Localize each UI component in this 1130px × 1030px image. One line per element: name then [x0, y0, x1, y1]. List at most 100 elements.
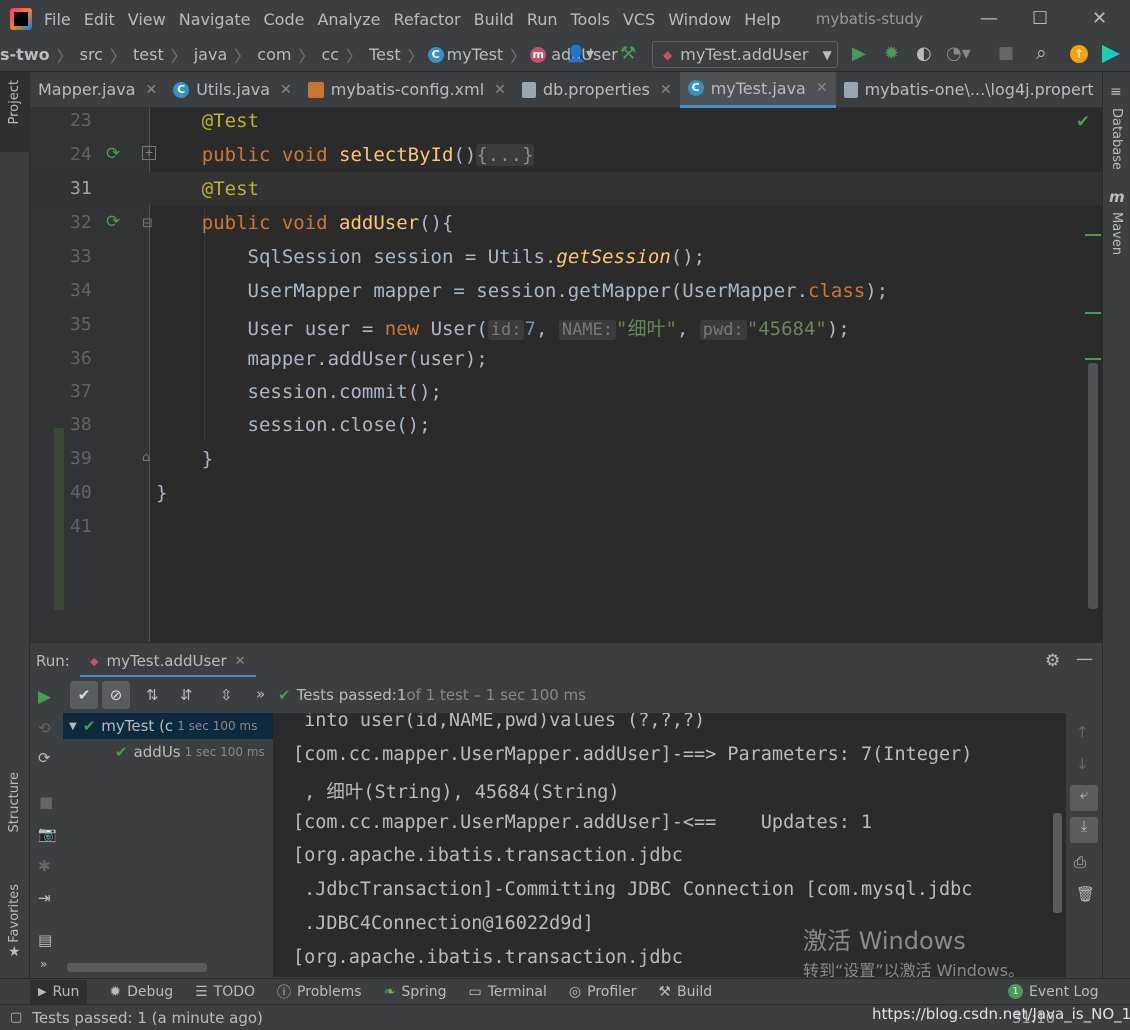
- camera-icon[interactable]: 📷: [38, 825, 57, 843]
- favorites-tool-button[interactable]: Favorites: [7, 884, 22, 943]
- status-message[interactable]: Tests passed: 1 (a minute ago): [32, 1009, 263, 1027]
- terminal-tool-button[interactable]: ▭ Terminal: [469, 984, 547, 1000]
- tree-row-class[interactable]: ▼ ✔ myTest (c 1 sec 100 ms: [69, 717, 257, 735]
- spring-tool-button[interactable]: ❧ Spring: [384, 984, 447, 1000]
- close-tab-icon[interactable]: ✕: [816, 80, 828, 96]
- console-output[interactable]: into user(id,NAME,pwd)values (?,?,?) [co…: [273, 713, 1066, 977]
- export-icon[interactable]: ⇥: [38, 889, 51, 907]
- breadcrumb-test[interactable]: test: [133, 45, 164, 64]
- close-tab-icon[interactable]: ✕: [280, 82, 292, 98]
- more-icon[interactable]: »: [40, 957, 47, 971]
- layout-icon[interactable]: ▤: [38, 931, 52, 949]
- scroll-down-icon[interactable]: ↓: [1076, 755, 1089, 773]
- settings-gear-icon[interactable]: ⚙: [1045, 651, 1060, 671]
- editor-scrollbar[interactable]: [1088, 363, 1098, 609]
- show-passed-toggle[interactable]: ✔: [70, 681, 98, 709]
- run-tool-button[interactable]: ▶ Run: [30, 979, 88, 1004]
- search-icon[interactable]: ⌕: [1036, 42, 1047, 64]
- close-tab-icon[interactable]: ✕: [660, 82, 672, 98]
- clear-trash-icon[interactable]: 🗑: [1076, 885, 1095, 903]
- close-tab-icon[interactable]: ✕: [145, 82, 157, 98]
- problems-tool-button[interactable]: ⓘ Problems: [277, 982, 362, 1002]
- tab-utils-java[interactable]: C Utils.java ✕: [165, 72, 300, 108]
- menu-window[interactable]: Window: [668, 10, 731, 29]
- run-tab-mytest-adduser[interactable]: ◆ myTest.addUser ✕: [80, 647, 256, 677]
- hide-panel-icon[interactable]: —: [1076, 649, 1093, 669]
- show-ignored-toggle[interactable]: ⊘: [102, 681, 130, 709]
- more-actions-icon[interactable]: »: [256, 685, 265, 703]
- folded-code-block[interactable]: {...}: [476, 144, 534, 166]
- menu-code[interactable]: Code: [264, 10, 305, 29]
- fold-end-icon[interactable]: ⌂: [142, 450, 150, 465]
- project-tool-button[interactable]: Project: [0, 72, 30, 152]
- menu-analyze[interactable]: Analyze: [317, 10, 380, 29]
- user-icon[interactable]: 👤▾: [566, 44, 594, 63]
- profile-icon[interactable]: ◔▾: [946, 43, 971, 64]
- tree-scrollbar[interactable]: [67, 963, 207, 972]
- expand-fold-icon[interactable]: +: [142, 146, 156, 160]
- close-tab-icon[interactable]: ✕: [235, 654, 246, 669]
- todo-tool-button[interactable]: ☰ TODO: [195, 984, 255, 1000]
- breadcrumb-module[interactable]: s-two: [0, 45, 50, 64]
- rerun-failed-icon[interactable]: ⟲: [38, 719, 51, 737]
- maven-tool-button[interactable]: Maven: [1109, 212, 1124, 255]
- tree-row-method[interactable]: ✔ addUs 1 sec 100 ms: [115, 743, 265, 761]
- close-tab-icon[interactable]: ✕: [494, 82, 506, 98]
- breadcrumb-cc[interactable]: cc: [321, 45, 339, 64]
- pin-icon[interactable]: ✱: [38, 857, 51, 875]
- minimize-icon[interactable]: —: [980, 8, 998, 29]
- stop-icon[interactable]: ■: [39, 793, 53, 811]
- build-hammer-icon[interactable]: ⚒: [620, 43, 636, 64]
- scroll-to-end-icon[interactable]: ⤓: [1070, 817, 1098, 843]
- menu-edit[interactable]: Edit: [84, 10, 115, 29]
- tab-db-properties[interactable]: db.properties ✕: [514, 72, 680, 108]
- breadcrumb-java[interactable]: java: [194, 45, 228, 64]
- menu-file[interactable]: File: [44, 10, 71, 29]
- database-tool-button[interactable]: Database: [1109, 108, 1124, 170]
- tab-log4j-properties[interactable]: mybatis-one\...\log4j.propert: [836, 72, 1102, 108]
- close-window-icon[interactable]: ✕: [1092, 8, 1107, 29]
- debug-tool-button[interactable]: ✹ Debug: [109, 984, 173, 1000]
- tab-mybatis-config[interactable]: mybatis-config.xml ✕: [300, 72, 514, 108]
- rerun-icon[interactable]: ▶: [38, 687, 51, 707]
- toggle-tool-windows-icon[interactable]: ▢: [10, 1010, 22, 1025]
- menu-help[interactable]: Help: [744, 10, 780, 29]
- breadcrumb-com[interactable]: com: [257, 45, 291, 64]
- scroll-up-icon[interactable]: ↑: [1076, 723, 1089, 741]
- menu-tools[interactable]: Tools: [571, 10, 610, 29]
- maximize-icon[interactable]: ☐: [1032, 8, 1048, 29]
- console-scrollbar[interactable]: [1053, 813, 1062, 913]
- expand-all-icon[interactable]: ⇳: [220, 686, 233, 704]
- run-test-gutter-icon[interactable]: ⟳: [106, 212, 120, 232]
- menu-navigate[interactable]: Navigate: [179, 10, 251, 29]
- soft-wrap-icon[interactable]: ⤶: [1070, 785, 1098, 811]
- sort-alpha-icon[interactable]: ⇅: [146, 686, 159, 704]
- debug-icon[interactable]: ✹: [884, 43, 899, 64]
- collapse-fold-icon[interactable]: ⊟: [142, 216, 153, 231]
- update-icon[interactable]: ↑: [1070, 45, 1088, 63]
- event-log-tool-button[interactable]: 1 Event Log: [1008, 984, 1099, 1000]
- toggle-autotest-icon[interactable]: ⟳: [38, 749, 51, 767]
- print-icon[interactable]: ⎙: [1074, 853, 1086, 871]
- build-tool-button[interactable]: ⚒ Build: [658, 984, 712, 1000]
- no-problems-check-icon[interactable]: ✔: [1076, 112, 1090, 132]
- stop-icon[interactable]: ■: [998, 43, 1014, 63]
- coverage-icon[interactable]: ◐: [916, 43, 932, 64]
- run-configuration-dropdown[interactable]: ◆ myTest.addUser ▼: [652, 41, 838, 68]
- breadcrumb-test-package[interactable]: Test: [369, 45, 401, 64]
- toolbox-icon[interactable]: [1102, 45, 1120, 63]
- breadcrumb-src[interactable]: src: [80, 45, 103, 64]
- breadcrumb-class[interactable]: myTest: [447, 45, 504, 64]
- menu-refactor[interactable]: Refactor: [394, 10, 461, 29]
- menu-build[interactable]: Build: [474, 10, 514, 29]
- profiler-tool-button[interactable]: ◎ Profiler: [569, 984, 637, 1000]
- menu-vcs[interactable]: VCS: [623, 10, 655, 29]
- run-icon[interactable]: ▶: [852, 43, 866, 64]
- menu-view[interactable]: View: [128, 10, 166, 29]
- structure-tool-button[interactable]: Structure: [7, 772, 22, 832]
- tab-mapper-java[interactable]: Mapper.java ✕: [30, 72, 165, 108]
- menu-run[interactable]: Run: [527, 10, 558, 29]
- run-test-gutter-icon[interactable]: ⟳: [106, 144, 120, 164]
- tab-mytest-java[interactable]: CmyTest.java ✕: [679, 71, 836, 108]
- sort-duration-icon[interactable]: ⇵: [180, 686, 193, 704]
